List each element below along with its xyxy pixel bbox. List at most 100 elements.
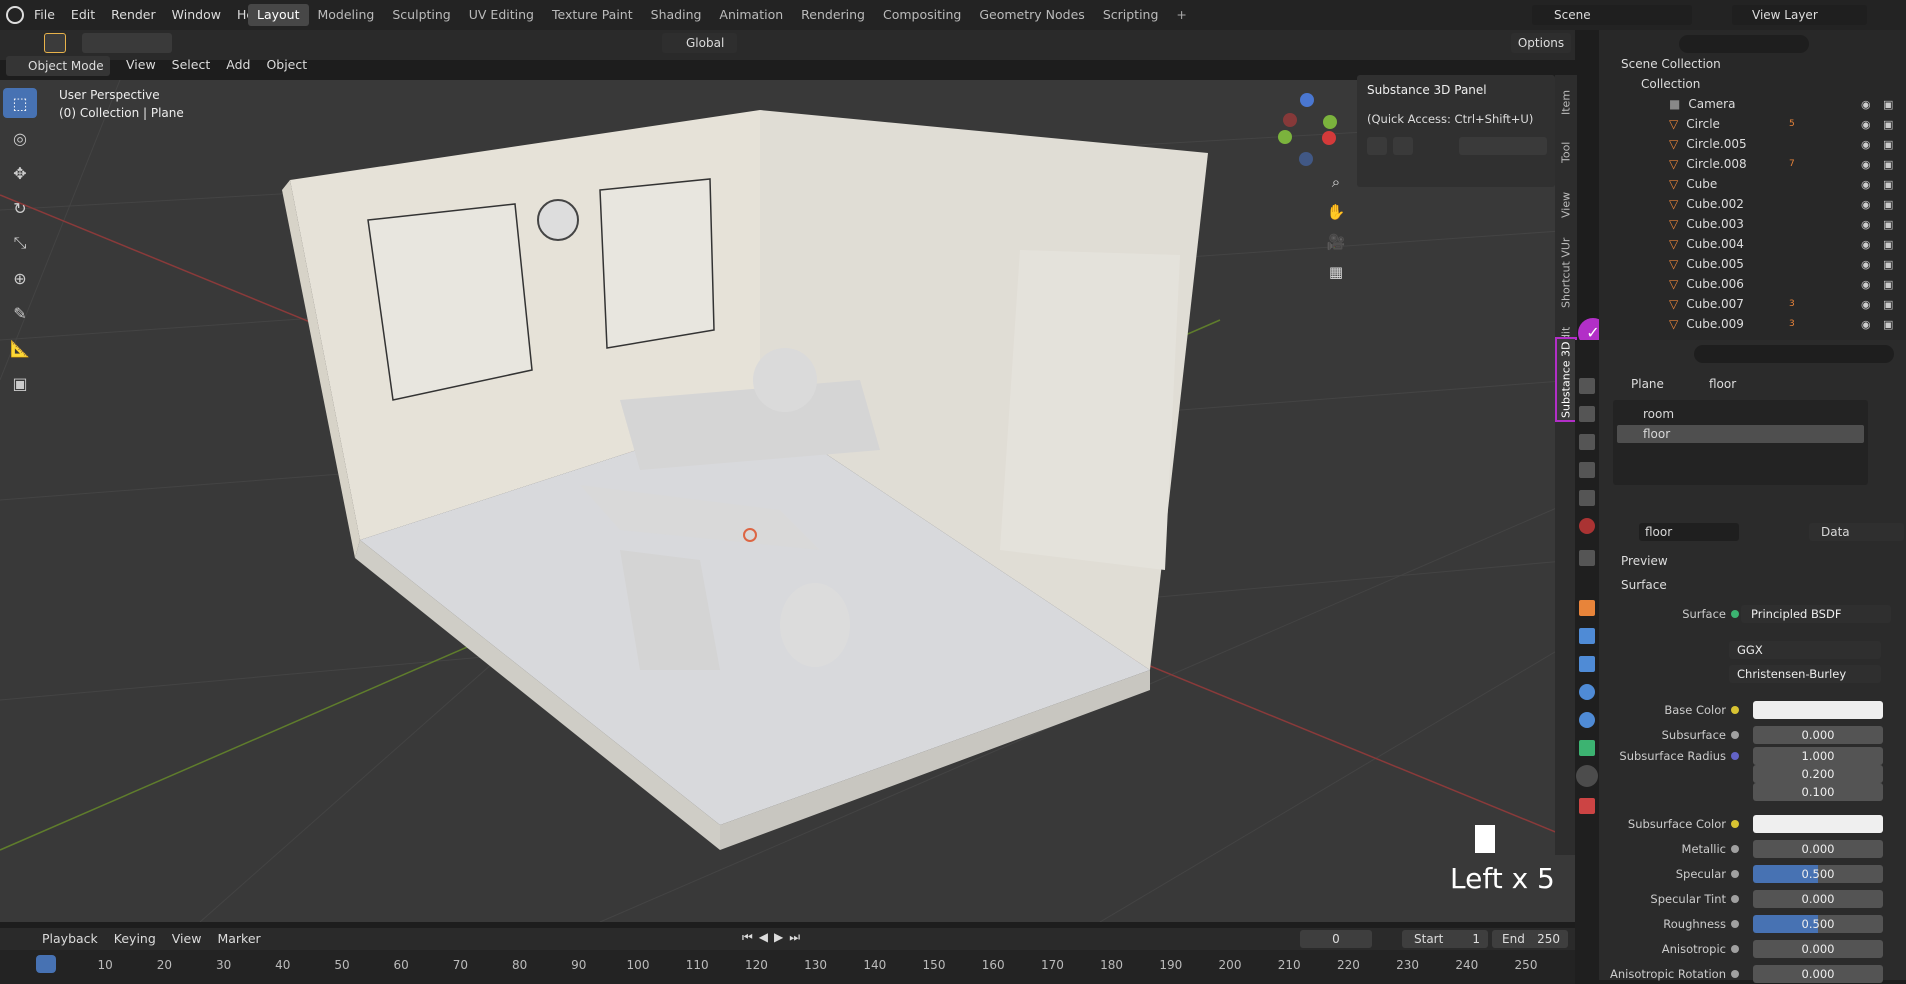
tab-sculpting[interactable]: Sculpting bbox=[383, 4, 459, 26]
options-dropdown[interactable]: Options bbox=[1511, 33, 1571, 53]
subsurface-method-dropdown[interactable]: Christensen-Burley bbox=[1729, 665, 1881, 683]
move-icon[interactable]: ✥ bbox=[3, 158, 37, 188]
outliner-collection[interactable]: Collection bbox=[1599, 74, 1906, 94]
visibility-eye-icon[interactable]: ◉ bbox=[1861, 98, 1871, 111]
sidebar-tab-view[interactable]: View bbox=[1555, 180, 1577, 230]
physics-properties-icon[interactable] bbox=[1579, 684, 1595, 700]
property-value-field[interactable] bbox=[1753, 815, 1883, 833]
outliner-item[interactable]: ▽ Cube.003 ◉ ▣ bbox=[1599, 214, 1906, 234]
grid-toggle-icon[interactable]: ▦ bbox=[1321, 258, 1351, 286]
outliner-item[interactable]: ▽ Circle.008 7 ◉ ▣ bbox=[1599, 154, 1906, 174]
outliner-search[interactable] bbox=[1679, 35, 1809, 53]
substance-panel-title[interactable]: Substance 3D Panel bbox=[1367, 83, 1487, 97]
object-mode-dropdown[interactable]: Object Mode bbox=[6, 56, 110, 76]
property-value-field[interactable]: 0.000 bbox=[1753, 890, 1883, 908]
start-frame-field[interactable]: Start 1 bbox=[1402, 930, 1488, 948]
select-box-icon[interactable]: ⬚ bbox=[3, 88, 37, 118]
visibility-eye-icon[interactable]: ◉ bbox=[1861, 278, 1871, 291]
constraints-properties-icon[interactable] bbox=[1579, 712, 1595, 728]
substance-import-icon[interactable] bbox=[1367, 137, 1387, 155]
property-value-field[interactable]: 0.000 bbox=[1753, 726, 1883, 744]
view-layer-properties-icon[interactable] bbox=[1579, 462, 1595, 478]
visibility-eye-icon[interactable]: ◉ bbox=[1861, 158, 1871, 171]
scene-properties-icon[interactable] bbox=[1579, 490, 1595, 506]
surface-shader-field[interactable]: Principled BSDF bbox=[1741, 605, 1891, 623]
rotate-icon[interactable]: ↻ bbox=[3, 193, 37, 223]
render-camera-icon[interactable]: ▣ bbox=[1883, 178, 1893, 191]
collection-properties-icon[interactable] bbox=[1579, 550, 1595, 566]
select-mode-buttons[interactable] bbox=[82, 33, 172, 53]
current-frame-field[interactable]: 0 bbox=[1300, 930, 1372, 948]
property-value-field[interactable] bbox=[1753, 701, 1883, 719]
object-properties-icon[interactable] bbox=[1579, 600, 1595, 616]
tab-compositing[interactable]: Compositing bbox=[874, 4, 970, 26]
property-value-field[interactable]: 1.000 bbox=[1753, 747, 1883, 765]
material-name-field[interactable]: floor bbox=[1639, 523, 1739, 541]
transform-icon[interactable]: ⊕ bbox=[3, 263, 37, 293]
view-layer-selector[interactable]: View Layer bbox=[1732, 5, 1867, 25]
annotate-icon[interactable]: ✎ bbox=[3, 298, 37, 328]
render-camera-icon[interactable]: ▣ bbox=[1883, 138, 1893, 151]
playhead[interactable] bbox=[36, 955, 56, 973]
property-value-field[interactable]: 0.500 bbox=[1753, 865, 1883, 883]
tool-properties-icon[interactable] bbox=[1579, 378, 1595, 394]
end-frame-field[interactable]: End 250 bbox=[1492, 930, 1568, 948]
render-camera-icon[interactable]: ▣ bbox=[1883, 298, 1893, 311]
outliner-item[interactable]: ■ Camera ◉ ▣ bbox=[1599, 94, 1906, 114]
visibility-eye-icon[interactable]: ◉ bbox=[1861, 198, 1871, 211]
outliner-item[interactable]: ▽ Circle 5 ◉ ▣ bbox=[1599, 114, 1906, 134]
outliner-item[interactable]: ▽ Circle.005 ◉ ▣ bbox=[1599, 134, 1906, 154]
material-slot-floor[interactable]: floor bbox=[1617, 425, 1864, 443]
timeline-menu-view[interactable]: View bbox=[164, 928, 210, 950]
menu-render[interactable]: Render bbox=[103, 4, 164, 26]
add-workspace-icon[interactable]: + bbox=[1167, 4, 1195, 26]
visibility-eye-icon[interactable]: ◉ bbox=[1861, 298, 1871, 311]
select-tool-icon[interactable] bbox=[44, 33, 66, 53]
transform-orientation[interactable]: Global bbox=[662, 33, 737, 53]
sidebar-tab-tool[interactable]: Tool bbox=[1555, 130, 1577, 175]
render-camera-icon[interactable]: ▣ bbox=[1883, 218, 1893, 231]
properties-search[interactable] bbox=[1694, 345, 1894, 363]
outliner-item[interactable]: ▽ Cube.005 ◉ ▣ bbox=[1599, 254, 1906, 274]
outliner-scene-collection[interactable]: Scene Collection bbox=[1599, 54, 1906, 74]
visibility-eye-icon[interactable]: ◉ bbox=[1861, 118, 1871, 131]
outliner-item[interactable]: ▽ Cube ◉ ▣ bbox=[1599, 174, 1906, 194]
visibility-eye-icon[interactable]: ◉ bbox=[1861, 178, 1871, 191]
render-camera-icon[interactable]: ▣ bbox=[1883, 158, 1893, 171]
property-value-field[interactable]: 0.200 bbox=[1753, 765, 1883, 783]
output-properties-icon[interactable] bbox=[1579, 434, 1595, 450]
viewport-menu-add[interactable]: Add bbox=[218, 54, 258, 76]
substance-material-icon[interactable] bbox=[1393, 137, 1413, 155]
blender-logo-icon[interactable] bbox=[6, 6, 24, 24]
surface-section[interactable]: Surface bbox=[1621, 578, 1667, 592]
tab-texture-paint[interactable]: Texture Paint bbox=[543, 4, 642, 26]
sidebar-tab-item[interactable]: Item bbox=[1555, 80, 1577, 125]
preview-section[interactable]: Preview bbox=[1621, 554, 1668, 568]
tab-uv-editing[interactable]: UV Editing bbox=[460, 4, 543, 26]
material-link-dropdown[interactable]: Data bbox=[1809, 523, 1904, 541]
timeline-menu-playback[interactable]: Playback bbox=[34, 928, 106, 950]
cursor-icon[interactable]: ◎ bbox=[3, 123, 37, 153]
visibility-eye-icon[interactable]: ◉ bbox=[1861, 238, 1871, 251]
render-camera-icon[interactable]: ▣ bbox=[1883, 318, 1893, 331]
modifier-properties-icon[interactable] bbox=[1579, 628, 1595, 644]
material-properties-icon[interactable] bbox=[1576, 765, 1598, 787]
outliner-item[interactable]: ▽ Cube.007 3 ◉ ▣ bbox=[1599, 294, 1906, 314]
property-value-field[interactable]: 0.000 bbox=[1753, 840, 1883, 858]
texture-properties-icon[interactable] bbox=[1579, 798, 1595, 814]
sidebar-tab-substance[interactable]: Substance 3D bbox=[1555, 337, 1577, 422]
scale-icon[interactable]: ⤡ bbox=[3, 228, 37, 258]
viewport-menu-object[interactable]: Object bbox=[258, 54, 315, 76]
property-value-field[interactable]: 0.100 bbox=[1753, 783, 1883, 801]
material-slot-room[interactable]: room bbox=[1617, 405, 1864, 423]
viewport-menu-select[interactable]: Select bbox=[164, 54, 219, 76]
tab-layout[interactable]: Layout bbox=[248, 4, 309, 26]
tab-scripting[interactable]: Scripting bbox=[1094, 4, 1168, 26]
render-camera-icon[interactable]: ▣ bbox=[1883, 98, 1893, 111]
playback-controls[interactable]: ⏮◀▶⏭ bbox=[742, 930, 806, 945]
sidebar-tab-shortcut[interactable]: Shortcut VUr bbox=[1555, 235, 1577, 310]
tab-geometry-nodes[interactable]: Geometry Nodes bbox=[970, 4, 1093, 26]
tab-animation[interactable]: Animation bbox=[710, 4, 792, 26]
pan-hand-icon[interactable]: ✋ bbox=[1321, 198, 1351, 226]
timeline-menu-marker[interactable]: Marker bbox=[209, 928, 268, 950]
